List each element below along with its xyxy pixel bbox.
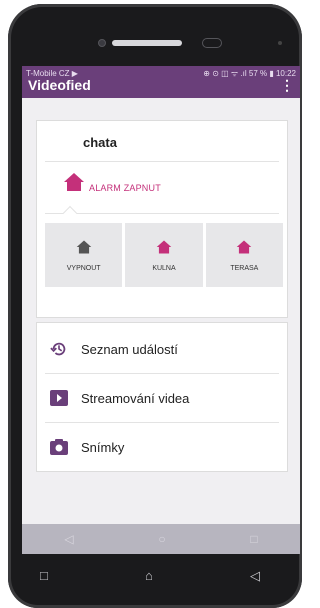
- menu-card: Seznam událostí Streamování videa Snímky: [36, 322, 288, 472]
- home-icon: [237, 239, 252, 254]
- menu-label: Streamování videa: [81, 390, 190, 406]
- app-bar: Videofied ⋮: [22, 77, 300, 98]
- recent-apps-nav-icon[interactable]: □: [250, 532, 257, 546]
- camera-icon: [37, 439, 81, 455]
- android-nav-bar: ◁ ○ □: [22, 524, 300, 554]
- recent-apps-key-icon[interactable]: □: [40, 568, 48, 584]
- proximity-sensor: [202, 38, 222, 48]
- site-name: chata: [83, 135, 117, 150]
- history-icon: [37, 340, 81, 358]
- home-key-icon[interactable]: ⌂: [145, 568, 153, 584]
- more-options-icon[interactable]: ⋮: [280, 77, 294, 94]
- alarm-home-icon[interactable]: [63, 171, 85, 198]
- home-icon: [76, 239, 91, 254]
- earpiece-speaker: [112, 40, 182, 46]
- front-camera: [98, 39, 106, 47]
- zone-button-kulna[interactable]: KULNA: [125, 223, 203, 287]
- zone-label: TERASA: [230, 264, 259, 272]
- hardware-keys: □ ⌂ ◁: [40, 568, 260, 584]
- menu-label: Snímky: [81, 439, 125, 455]
- home-icon: [156, 239, 172, 254]
- menu-item-streaming[interactable]: Streamování videa: [37, 374, 287, 422]
- home-nav-icon[interactable]: ○: [158, 532, 165, 546]
- divider: [45, 213, 279, 214]
- alarm-status-label[interactable]: ALARM ZAPNUT: [89, 183, 161, 193]
- zone-label: VYPNOUT: [66, 264, 101, 272]
- zone-button-terasa[interactable]: TERASA: [205, 223, 283, 287]
- back-nav-icon[interactable]: ◁: [64, 532, 73, 546]
- back-key-icon[interactable]: ◁: [250, 568, 260, 584]
- led-dot: [278, 41, 282, 45]
- divider: [45, 161, 279, 162]
- screen: T-Mobile CZ ▶ ⊕ ⊙ ◫ ᯤ .ıl 57 % ▮ 10:22 V…: [22, 66, 300, 554]
- zone-label: KULNA: [152, 264, 176, 272]
- app-title: Videofied: [28, 77, 91, 93]
- site-card: chata ALARM ZAPNUT VYPNOUT KULNA TERASA: [36, 120, 288, 318]
- menu-label: Seznam událostí: [81, 341, 178, 357]
- zone-button-vypnout[interactable]: VYPNOUT: [45, 223, 123, 287]
- menu-item-events[interactable]: Seznam událostí: [37, 325, 287, 373]
- pointer-notch: [62, 205, 78, 221]
- menu-item-snapshots[interactable]: Snímky: [37, 423, 287, 471]
- video-play-icon: [37, 390, 81, 406]
- zone-buttons: VYPNOUT KULNA TERASA: [45, 223, 283, 287]
